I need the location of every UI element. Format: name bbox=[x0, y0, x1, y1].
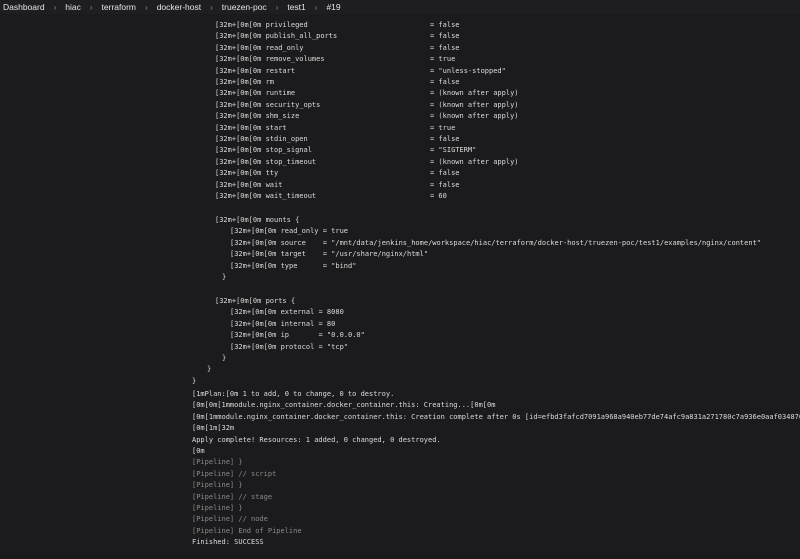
console-line: } bbox=[222, 354, 227, 362]
chevron-right-icon: › bbox=[53, 2, 57, 12]
console-line: [32m+[0m[0m read_only bbox=[215, 43, 304, 52]
console-line: [32m+[0m[0m privileged bbox=[215, 21, 308, 29]
console-line: } bbox=[192, 376, 197, 385]
console-line: [0m[0m[1mmodule.nginx_container.docker_c… bbox=[192, 401, 496, 410]
console-output: [32m+[0m[0m privileged = false [32m+[0m[… bbox=[0, 14, 800, 559]
console-value: = false bbox=[430, 180, 460, 189]
console-line: [32m+[0m[0m stop_timeout bbox=[215, 157, 317, 166]
console-value: = true bbox=[430, 55, 456, 64]
console-line: [32m+[0m[0m security_opts bbox=[215, 100, 321, 109]
console-value: = true bbox=[430, 123, 456, 132]
console-value: = (known after apply) bbox=[430, 100, 519, 109]
console-line: [32m+[0m[0m shm_size bbox=[215, 112, 300, 121]
console-line: [32m+[0m[0m wait_timeout bbox=[215, 192, 317, 200]
console-line: [32m+[0m[0m remove_volumes bbox=[215, 55, 325, 64]
console-line: [32m+[0m[0m runtime bbox=[215, 89, 296, 98]
pipeline-line: [Pipeline] } bbox=[192, 458, 243, 467]
console-line: [32m+[0m[0m source = "/mnt/data/jenkins_… bbox=[230, 238, 762, 247]
chevron-right-icon: › bbox=[210, 2, 213, 12]
console-value: = false bbox=[430, 32, 460, 41]
console-line: [32m+[0m[0m protocol = "tcp" bbox=[230, 342, 349, 351]
console-line: [32m+[0m[0m type = "bind" bbox=[230, 261, 357, 270]
pipeline-line: [Pipeline] } bbox=[192, 504, 243, 512]
console-line: [1mPlan:[0m 1 to add, 0 to change, 0 to … bbox=[192, 390, 395, 398]
console-line: [0m bbox=[192, 447, 205, 455]
console-line: } bbox=[207, 365, 212, 374]
console-value: = false bbox=[430, 169, 460, 178]
console-line: [32m+[0m[0m wait bbox=[215, 180, 283, 189]
console-line: [32m+[0m[0m internal = 80 bbox=[230, 319, 336, 328]
console-line: [32m+[0m[0m ports { bbox=[215, 297, 296, 305]
pipeline-line: [Pipeline] // node bbox=[192, 515, 268, 524]
console-value: = "unless-stopped" bbox=[430, 66, 506, 75]
console-line: [32m+[0m[0m rm bbox=[215, 78, 275, 86]
build-result: Finished: SUCCESS bbox=[192, 538, 264, 547]
console-value: = false bbox=[430, 21, 460, 29]
console-line: [32m+[0m[0m stop_signal bbox=[215, 146, 312, 155]
breadcrumb-truezen-poc[interactable]: truezen-poc bbox=[222, 2, 267, 12]
console-line: [32m+[0m[0m restart bbox=[215, 66, 296, 75]
console-line: [32m+[0m[0m publish_all_ports bbox=[215, 32, 338, 41]
pipeline-line: [Pipeline] // script bbox=[192, 469, 277, 478]
breadcrumb-hiac[interactable]: hiac bbox=[65, 2, 81, 12]
breadcrumb-terraform[interactable]: terraform bbox=[102, 2, 136, 12]
console-line: [32m+[0m[0m ip = "0.0.0.0" bbox=[230, 331, 365, 340]
console-line: [32m+[0m[0m target = "/usr/share/nginx/h… bbox=[230, 250, 429, 259]
breadcrumb: Dashboard › hiac › terraform › docker-ho… bbox=[0, 0, 800, 14]
pipeline-line: [Pipeline] } bbox=[192, 481, 243, 490]
console-value: = false bbox=[430, 78, 460, 86]
console-value: = (known after apply) bbox=[430, 89, 519, 98]
breadcrumb-dashboard[interactable]: Dashboard bbox=[3, 2, 45, 12]
console-line: [0m[1mmodule.nginx_container.docker_cont… bbox=[192, 412, 800, 421]
breadcrumb-test1[interactable]: test1 bbox=[287, 2, 305, 12]
chevron-right-icon: › bbox=[145, 2, 148, 12]
breadcrumb-docker-host[interactable]: docker-host bbox=[157, 2, 201, 12]
pipeline-line: [Pipeline] End of Pipeline bbox=[192, 526, 302, 535]
chevron-right-icon: › bbox=[89, 2, 93, 12]
console-value: = false bbox=[430, 135, 460, 143]
pipeline-line: [Pipeline] // stage bbox=[192, 492, 273, 501]
console-line: [32m+[0m[0m stdin_open bbox=[215, 135, 308, 143]
console-value: = false bbox=[430, 43, 460, 52]
console-line: [0m[1m[32m bbox=[192, 424, 235, 433]
breadcrumb-build-number[interactable]: #19 bbox=[326, 2, 340, 12]
console-line: } bbox=[222, 273, 227, 281]
chevron-right-icon: › bbox=[275, 2, 279, 12]
console-value: = (known after apply) bbox=[430, 112, 519, 121]
console-line: [32m+[0m[0m mounts { bbox=[215, 216, 300, 224]
console-value: = 60 bbox=[430, 192, 447, 200]
console-line: [32m+[0m[0m start bbox=[215, 123, 287, 132]
console-line: [32m+[0m[0m external = 8080 bbox=[230, 308, 344, 317]
console-line: Apply complete! Resources: 1 added, 0 ch… bbox=[192, 435, 441, 444]
chevron-right-icon: › bbox=[314, 2, 318, 12]
console-value: = "SIGTERM" bbox=[430, 146, 477, 155]
console-value: = (known after apply) bbox=[430, 157, 519, 166]
console-line: [32m+[0m[0m read_only = true bbox=[230, 227, 349, 236]
console-line: [32m+[0m[0m tty bbox=[215, 169, 279, 178]
